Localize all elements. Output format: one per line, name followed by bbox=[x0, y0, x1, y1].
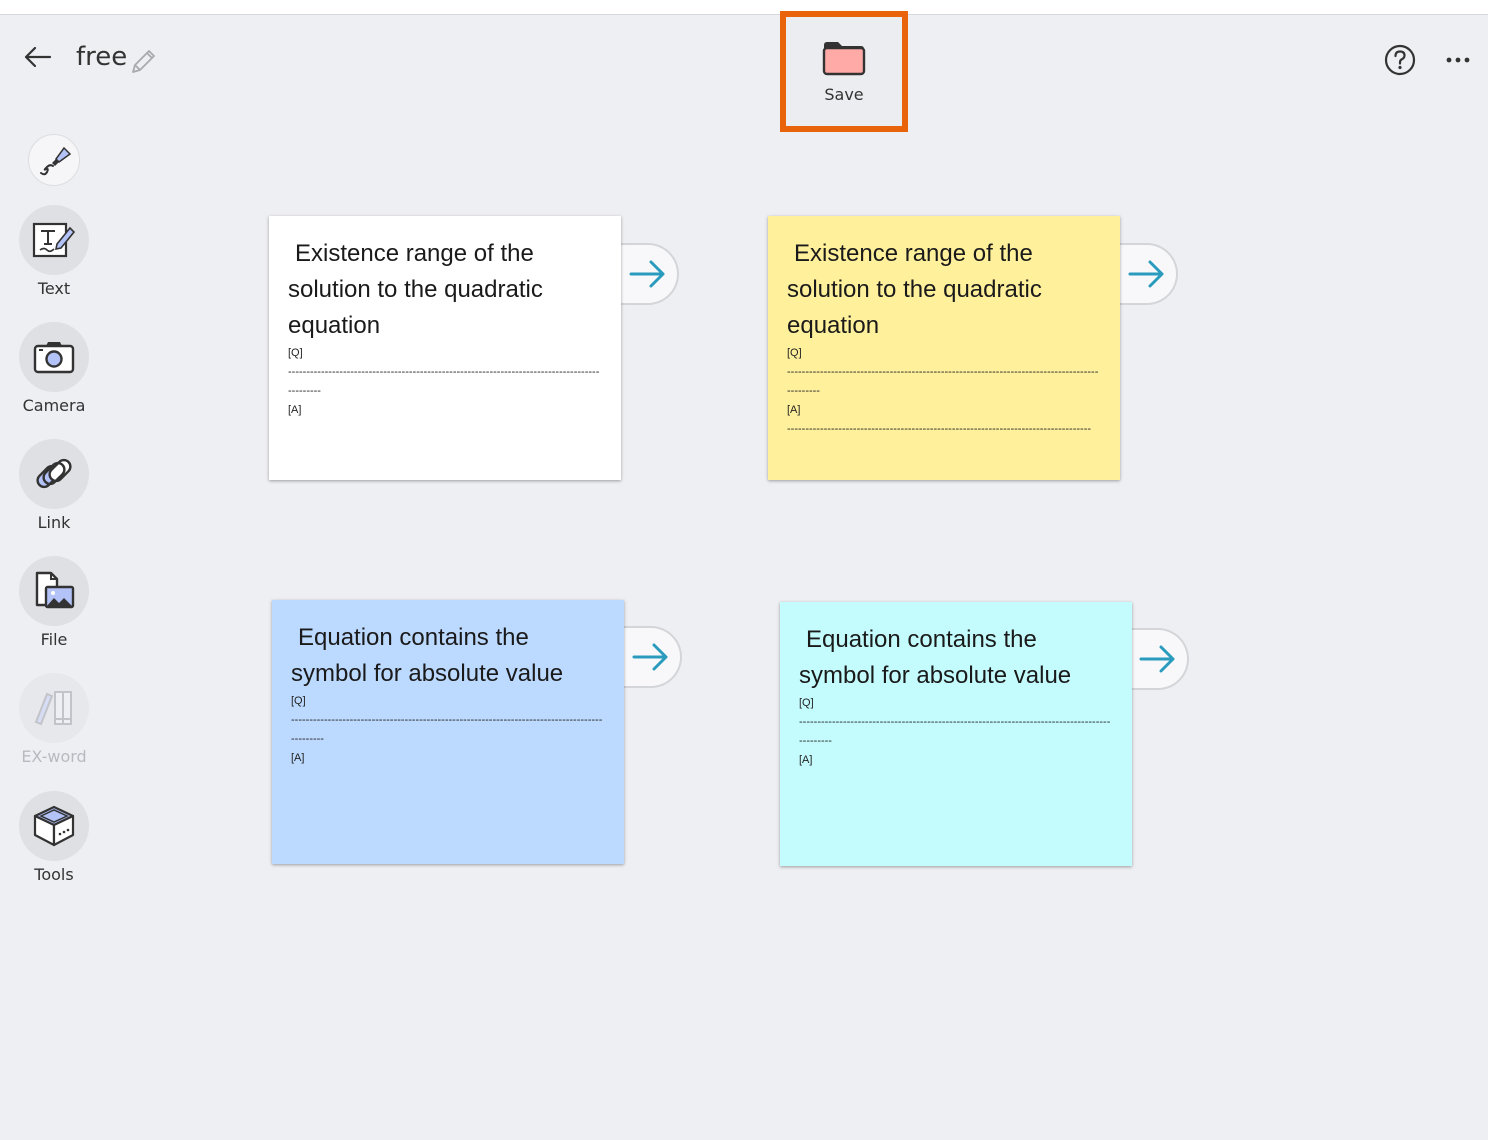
card-q-line: ----------------------------------------… bbox=[288, 366, 600, 397]
sidebar-item-label: Text bbox=[37, 279, 71, 298]
card[interactable]: Existence range of the solution to the q… bbox=[768, 216, 1120, 480]
books-icon bbox=[34, 691, 72, 726]
save-button[interactable]: Save bbox=[786, 17, 902, 126]
file-image-icon bbox=[35, 571, 75, 609]
sidebar-item-text[interactable]: Text bbox=[0, 205, 108, 298]
sidebar-item-camera[interactable]: Camera bbox=[0, 322, 108, 415]
sidebar-item-label: EX-word bbox=[21, 747, 87, 766]
sidebar-item-label: Tools bbox=[34, 865, 74, 884]
folder-icon bbox=[822, 42, 866, 76]
card-a-label: [A] bbox=[787, 404, 801, 416]
card-title: Existence range of the solution to the q… bbox=[288, 240, 543, 339]
edit-title-button[interactable] bbox=[128, 46, 158, 76]
pencil-icon bbox=[132, 50, 155, 73]
tool-circle bbox=[19, 673, 89, 743]
save-label: Save bbox=[824, 85, 864, 104]
marker-pen-icon bbox=[40, 146, 72, 176]
tool-circle bbox=[19, 556, 89, 626]
pen-tool-button[interactable] bbox=[28, 134, 80, 186]
sidebar-item-file[interactable]: File bbox=[0, 556, 108, 649]
card-q-label: [Q] bbox=[799, 697, 814, 709]
card[interactable]: Existence range of the solution to the q… bbox=[269, 216, 621, 480]
toolbox-icon bbox=[33, 805, 75, 847]
card-q-label: [Q] bbox=[288, 347, 303, 359]
camera-icon bbox=[33, 342, 75, 374]
card[interactable]: Equation contains the symbol for absolut… bbox=[780, 602, 1132, 866]
card-q-line: ----------------------------------------… bbox=[787, 366, 1099, 397]
card-a-line: ----------------------------------------… bbox=[787, 423, 1092, 435]
ellipsis-icon bbox=[1446, 57, 1470, 63]
arrow-right-icon bbox=[1139, 645, 1175, 673]
card-q-label: [Q] bbox=[787, 347, 802, 359]
sidebar-item-label: File bbox=[40, 630, 68, 649]
back-button[interactable] bbox=[20, 40, 54, 74]
sidebar-item-label: Link bbox=[37, 513, 71, 532]
sidebar-item-tools[interactable]: Tools bbox=[0, 791, 108, 884]
sidebar-item-label: Camera bbox=[22, 396, 86, 415]
arrow-right-icon bbox=[632, 643, 668, 671]
help-button[interactable] bbox=[1382, 42, 1418, 78]
card-a-label: [A] bbox=[291, 752, 305, 764]
text-edit-icon bbox=[32, 222, 76, 258]
card-next-button[interactable] bbox=[1131, 628, 1189, 690]
arrow-left-icon bbox=[24, 46, 52, 68]
card-next-button[interactable] bbox=[624, 626, 682, 688]
tool-circle bbox=[19, 791, 89, 861]
arrow-right-icon bbox=[1128, 260, 1164, 288]
card-next-button[interactable] bbox=[1120, 243, 1178, 305]
sidebar-item-link[interactable]: Link bbox=[0, 439, 108, 532]
sidebar-item-ex-word[interactable]: EX-word bbox=[0, 673, 108, 766]
card-q-line: ----------------------------------------… bbox=[291, 714, 603, 745]
card-title: Equation contains the symbol for absolut… bbox=[291, 624, 564, 687]
card[interactable]: Equation contains the symbol for absolut… bbox=[272, 600, 624, 864]
tool-circle bbox=[19, 439, 89, 509]
tool-circle bbox=[19, 205, 89, 275]
arrow-right-icon bbox=[629, 260, 665, 288]
card-title: Equation contains the symbol for absolut… bbox=[799, 626, 1072, 689]
document-title: free bbox=[76, 42, 128, 72]
card-next-button[interactable] bbox=[621, 243, 679, 305]
tool-circle bbox=[19, 322, 89, 392]
card-title: Existence range of the solution to the q… bbox=[787, 240, 1042, 339]
more-options-button[interactable] bbox=[1440, 45, 1476, 75]
card-a-label: [A] bbox=[288, 404, 302, 416]
card-q-label: [Q] bbox=[291, 695, 306, 707]
link-icon bbox=[36, 458, 72, 489]
top-bar-strip bbox=[0, 0, 1488, 15]
card-a-label: [A] bbox=[799, 754, 813, 766]
card-q-line: ----------------------------------------… bbox=[799, 716, 1111, 747]
question-circle-icon bbox=[1384, 44, 1416, 76]
